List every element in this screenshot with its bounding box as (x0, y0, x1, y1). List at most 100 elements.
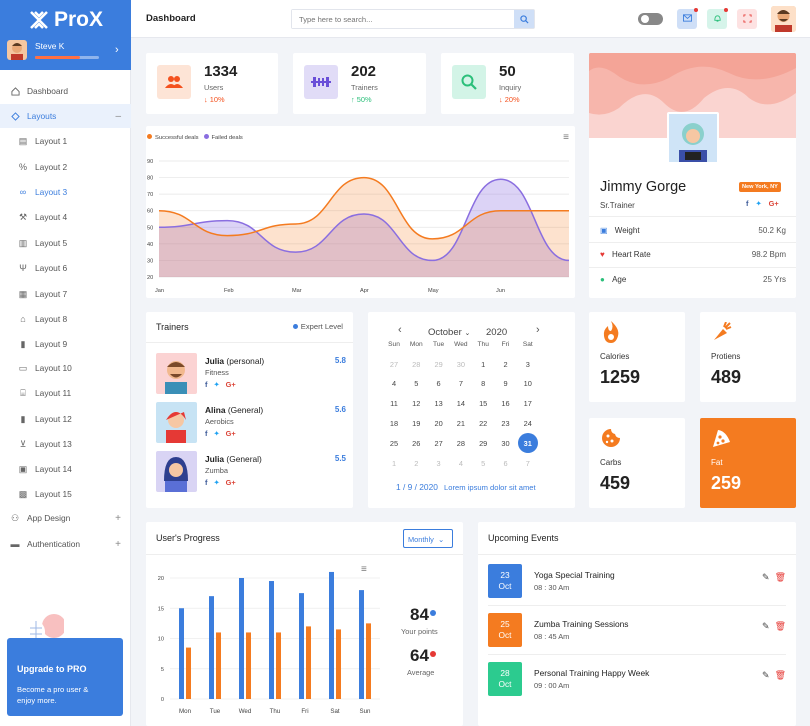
sidebar-item-dashboard[interactable]: Dashboard (0, 79, 131, 103)
google-plus-icon[interactable]: G+ (226, 478, 236, 487)
calendar-day[interactable]: 18 (384, 413, 404, 433)
sidebar-item-layout-10[interactable]: ▭ Layout 10 (0, 356, 131, 380)
calendar-day[interactable]: 8 (473, 374, 493, 394)
chevron-right-icon[interactable]: › (115, 44, 119, 56)
calendar-day[interactable]: 23 (496, 413, 516, 433)
google-plus-icon[interactable]: G+ (226, 380, 236, 389)
facebook-icon[interactable]: f (205, 429, 207, 438)
calendar-day[interactable]: 3 (429, 453, 449, 473)
sidebar-item-layout-12[interactable]: ▮ Layout 12 (0, 407, 131, 431)
calendar-day[interactable]: 21 (451, 413, 471, 433)
bar[interactable] (269, 581, 274, 699)
notification-button[interactable] (707, 8, 728, 29)
calendar-day[interactable]: 10 (518, 374, 538, 394)
sidebar-item-authentication[interactable]: ▬ Authentication + (0, 532, 131, 556)
bar[interactable] (216, 632, 221, 699)
facebook-icon[interactable]: f (205, 478, 207, 487)
calendar-day[interactable]: 4 (451, 453, 471, 473)
calendar-day[interactable]: 24 (518, 413, 538, 433)
calendar-day[interactable]: 20 (429, 413, 449, 433)
sidebar-item-layout-2[interactable]: % Layout 2 (0, 155, 131, 179)
calendar-day[interactable]: 19 (406, 413, 426, 433)
calendar-day[interactable]: 13 (429, 394, 449, 414)
calendar-day[interactable]: 15 (473, 394, 493, 414)
edit-icon[interactable]: ✎ (762, 670, 770, 681)
brand-logo[interactable]: ProX (28, 8, 103, 32)
bar[interactable] (246, 632, 251, 699)
upgrade-card[interactable]: Upgrade to PRO Become a pro user & enjoy… (7, 638, 123, 716)
sidebar-item-layout-9[interactable]: ▮ Layout 9 (0, 332, 131, 356)
sidebar-item-layout-15[interactable]: ▩ Layout 15 (0, 482, 131, 506)
bar[interactable] (299, 593, 304, 699)
calendar-day[interactable]: 6 (429, 374, 449, 394)
calendar-day[interactable]: 27 (429, 433, 449, 453)
calendar-day[interactable]: 29 (429, 354, 449, 374)
calendar-day[interactable]: 2 (406, 453, 426, 473)
list-item[interactable]: Alina (General) Aerobics f ✦ G+ 5.6 (156, 402, 346, 446)
calendar-day[interactable]: 5 (473, 453, 493, 473)
bar[interactable] (239, 578, 244, 699)
calendar-day[interactable]: 11 (384, 394, 404, 414)
period-select[interactable]: Monthly ⌄ (403, 529, 453, 548)
bar[interactable] (306, 626, 311, 699)
calendar-day[interactable]: 28 (451, 433, 471, 453)
sidebar-item-layout-13[interactable]: ⊻ Layout 13 (0, 432, 131, 456)
fullscreen-button[interactable] (737, 9, 757, 29)
calendar-day[interactable]: 26 (406, 433, 426, 453)
sidebar-item-layout-14[interactable]: ▣ Layout 14 (0, 457, 131, 481)
calendar-day[interactable]: 16 (496, 394, 516, 414)
sidebar-item-layout-1[interactable]: ▤ Layout 1 (0, 129, 131, 153)
calendar-day[interactable]: 31 (517, 433, 538, 454)
edit-icon[interactable]: ✎ (762, 572, 770, 583)
google-plus-icon[interactable]: G+ (769, 199, 779, 208)
twitter-icon[interactable]: ✦ (213, 429, 219, 438)
bar[interactable] (179, 608, 184, 699)
list-item[interactable]: Julia (personal) Fitness f ✦ G+ 5.8 (156, 353, 346, 397)
user-panel[interactable]: Steve K › (7, 40, 119, 60)
sidebar-item-layout-6[interactable]: Ψ Layout 6 (0, 256, 131, 280)
calendar-day[interactable]: 6 (496, 453, 516, 473)
delete-icon[interactable]: 🗑 (775, 621, 786, 632)
calendar-day[interactable]: 7 (451, 374, 471, 394)
list-item[interactable]: Julia (General) Zumba f ✦ G+ 5.5 (156, 451, 346, 495)
calendar-day[interactable]: 12 (406, 394, 426, 414)
calendar-day[interactable]: 14 (451, 394, 471, 414)
bar[interactable] (329, 571, 334, 699)
calendar-day[interactable]: 7 (518, 453, 538, 473)
bar[interactable] (366, 623, 371, 699)
calendar-day[interactable]: 30 (496, 433, 516, 453)
event-item[interactable]: 25 Oct Zumba Training Sessions 08 : 45 Am… (488, 613, 786, 649)
expand-icon[interactable]: + (115, 513, 121, 524)
sidebar-item-layout-11[interactable]: ⌸ Layout 11 (0, 381, 131, 405)
calendar-day[interactable]: 1 (384, 453, 404, 473)
twitter-icon[interactable]: ✦ (755, 199, 761, 208)
sidebar-item-app-design[interactable]: ⚇ App Design + (0, 506, 131, 530)
delete-icon[interactable]: 🗑 (775, 572, 786, 583)
calendar-day[interactable]: 22 (473, 413, 493, 433)
sidebar-item-layout-8[interactable]: ⌂ Layout 8 (0, 307, 131, 331)
calendar-day[interactable]: 4 (384, 374, 404, 394)
calendar-day[interactable]: 5 (406, 374, 426, 394)
calendar-day[interactable]: 1 (473, 354, 493, 374)
calendar-day[interactable]: 9 (496, 374, 516, 394)
sidebar-item-layout-4[interactable]: ⚒ Layout 4 (0, 205, 131, 229)
facebook-icon[interactable]: f (746, 199, 748, 208)
mail-button[interactable] (677, 8, 698, 29)
event-item[interactable]: 23 Oct Yoga Special Training 08 : 30 Am ✎… (488, 564, 786, 600)
bar[interactable] (276, 632, 281, 699)
calendar-day[interactable]: 27 (384, 354, 404, 374)
calendar-day[interactable]: 30 (451, 354, 471, 374)
avatar[interactable] (771, 6, 796, 32)
twitter-icon[interactable]: ✦ (213, 380, 219, 389)
search-icon[interactable] (514, 10, 534, 28)
sidebar-item-layout-3[interactable]: ∞ Layout 3 (0, 180, 131, 204)
sidebar-item-layout-7[interactable]: ▦ Layout 7 (0, 282, 131, 306)
theme-toggle[interactable] (638, 13, 663, 25)
twitter-icon[interactable]: ✦ (213, 478, 219, 487)
bar[interactable] (209, 596, 214, 699)
calendar-day[interactable]: 3 (518, 354, 538, 374)
edit-icon[interactable]: ✎ (762, 621, 770, 632)
calendar-day[interactable]: 2 (496, 354, 516, 374)
calendar-day[interactable]: 25 (384, 433, 404, 453)
search-input[interactable] (292, 10, 512, 28)
